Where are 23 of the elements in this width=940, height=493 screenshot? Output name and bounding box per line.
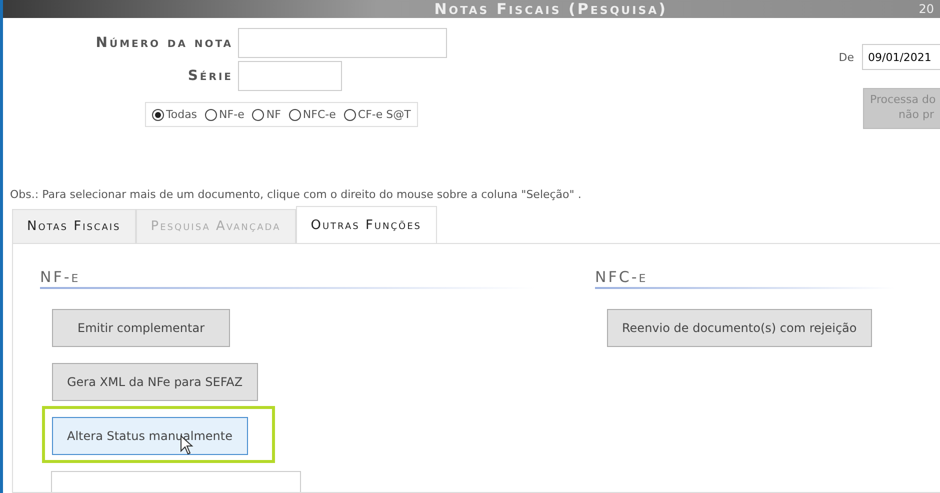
action-button[interactable]: Gera XML da NFe para SEFAZ bbox=[52, 363, 258, 401]
doc-type-radio[interactable]: NF bbox=[252, 108, 281, 121]
section-title: NF-e bbox=[40, 268, 535, 289]
number-field[interactable] bbox=[238, 28, 447, 58]
tab[interactable]: Notas Fiscais bbox=[12, 209, 136, 244]
doc-type-radio[interactable]: Todas bbox=[152, 108, 198, 121]
action-button[interactable]: Emitir complementar bbox=[52, 309, 230, 347]
window-title: Notas Fiscais (Pesquisa) bbox=[433, 0, 668, 18]
action-button[interactable]: Reenvio de documento(s) com rejeição bbox=[607, 309, 872, 347]
series-label: Série bbox=[188, 68, 233, 84]
note-text: Obs.: Para selecionar mais de um documento, clique com o direito do mouse sobre a coluna "Seleção" . bbox=[9, 188, 582, 203]
number-label: Número da nota bbox=[96, 35, 233, 51]
tab[interactable]: Outras Funções bbox=[296, 206, 437, 244]
section-title: NFC-e bbox=[595, 268, 895, 289]
series-field[interactable] bbox=[238, 61, 342, 91]
doc-type-radio[interactable]: CF-e S@T bbox=[344, 108, 411, 121]
partial-button[interactable] bbox=[51, 471, 301, 492]
action-button[interactable]: Altera Status manualmente bbox=[52, 417, 248, 455]
date-label: De bbox=[838, 50, 854, 64]
date-field[interactable]: 09/01/2021 bbox=[862, 44, 940, 70]
title-right-text: 20 bbox=[918, 2, 934, 16]
doc-type-radio[interactable]: NFC-e bbox=[288, 108, 336, 121]
doc-type-radio[interactable]: NF-e bbox=[205, 108, 244, 121]
